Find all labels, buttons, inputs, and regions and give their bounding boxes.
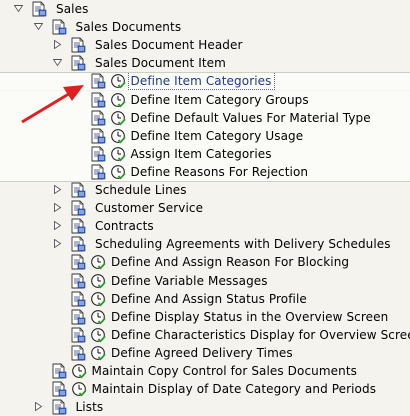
tree-node-label[interactable]: Define Agreed Delivery Times — [111, 345, 293, 361]
execute-clock-icon[interactable] — [110, 128, 126, 144]
document-icon — [71, 291, 86, 307]
tree-node-label[interactable]: Define Item Category Groups — [131, 92, 309, 108]
tree-node-label[interactable]: Define And Assign Status Profile — [111, 291, 307, 307]
tree-node-label[interactable]: Customer Service — [95, 200, 203, 216]
tree-node[interactable]: Define Item Category Usage — [0, 126, 410, 145]
execute-clock-icon[interactable] — [90, 254, 106, 270]
document-icon — [91, 146, 105, 162]
tree-node-label[interactable]: Define Item Categories — [127, 72, 275, 91]
expand-triangle-icon[interactable] — [33, 22, 43, 31]
execute-clock-icon[interactable] — [71, 381, 87, 397]
tree-node[interactable]: Define Agreed Delivery Times — [0, 344, 410, 362]
tree-node[interactable]: Define Item Category Groups — [0, 90, 410, 109]
execute-clock-icon[interactable] — [71, 363, 87, 379]
tree-node[interactable]: Define Variable Messages — [0, 272, 410, 290]
expand-triangle-icon[interactable] — [14, 4, 23, 13]
tree-node-label[interactable]: Assign Item Categories — [131, 146, 272, 162]
highlight-border — [0, 71, 410, 73]
collapse-triangle-icon[interactable] — [53, 185, 62, 194]
document-icon — [71, 37, 86, 53]
document-icon — [52, 363, 66, 379]
tree-node-label[interactable]: Define Default Values For Material Type — [131, 110, 371, 126]
tree-node[interactable]: Sales — [0, 0, 410, 18]
tree-node-label[interactable]: Scheduling Agreements with Delivery Sche… — [95, 236, 391, 252]
document-icon — [91, 128, 105, 144]
document-icon — [71, 309, 86, 325]
tree-node[interactable]: Define Characteristics Display for Overv… — [0, 326, 410, 344]
tree-node-label[interactable]: Sales — [56, 1, 88, 17]
document-icon — [71, 236, 86, 252]
tree-node[interactable]: Define And Assign Status Profile — [0, 290, 410, 308]
tree-node[interactable]: Customer Service — [0, 199, 410, 217]
tree-node[interactable]: Sales Documents — [0, 18, 410, 36]
highlight-border — [0, 180, 410, 182]
document-icon — [71, 218, 86, 234]
execute-clock-icon[interactable] — [110, 164, 126, 180]
execute-clock-icon[interactable] — [110, 73, 126, 89]
collapse-triangle-icon[interactable] — [53, 239, 62, 249]
tree-node-label[interactable]: Lists — [76, 399, 104, 415]
document-icon — [91, 110, 105, 126]
document-icon — [91, 164, 105, 180]
document-icon — [91, 92, 105, 107]
document-icon — [52, 381, 66, 397]
collapse-triangle-icon[interactable] — [34, 402, 43, 412]
tree-node[interactable]: Contracts — [0, 217, 410, 235]
execute-clock-icon[interactable] — [110, 92, 126, 108]
execute-clock-icon[interactable] — [90, 345, 106, 361]
tree-node[interactable]: Define Default Values For Material Type — [0, 108, 410, 127]
document-icon — [71, 200, 86, 216]
tree-node-label[interactable]: Sales Document Item — [95, 55, 226, 71]
execute-clock-icon[interactable] — [90, 327, 106, 343]
tree-node-label[interactable]: Maintain Display of Date Category and Pe… — [92, 381, 377, 397]
tree-node[interactable]: Maintain Copy Control for Sales Document… — [0, 362, 410, 380]
tree-node-label[interactable]: Define And Assign Reason For Blocking — [111, 254, 349, 270]
tree-node[interactable]: Maintain Display of Date Category and Pe… — [0, 380, 410, 398]
document-icon — [52, 399, 66, 415]
tree-node[interactable]: Define Item Categories — [0, 72, 410, 91]
tree-node-label[interactable]: Maintain Copy Control for Sales Document… — [92, 363, 358, 379]
tree-node[interactable]: Schedule Lines — [0, 181, 410, 199]
tree-node-label[interactable]: Sales Documents — [76, 19, 182, 35]
expand-triangle-icon[interactable] — [53, 58, 62, 67]
execute-clock-icon[interactable] — [110, 146, 126, 162]
tree-node-label[interactable]: Define Variable Messages — [111, 273, 268, 289]
tree-node-label[interactable]: Sales Document Header — [95, 37, 243, 53]
execute-clock-icon[interactable] — [110, 110, 126, 126]
tree-node[interactable]: Define Reasons For Rejection — [0, 162, 410, 181]
document-icon — [71, 273, 86, 288]
execute-clock-icon[interactable] — [90, 273, 106, 289]
document-icon — [71, 254, 86, 270]
tree-node[interactable]: Define And Assign Reason For Blocking — [0, 253, 410, 271]
tree-node[interactable]: Lists — [0, 398, 410, 416]
document-icon — [71, 182, 86, 198]
tree-node-label[interactable]: Define Reasons For Rejection — [131, 164, 309, 180]
tree-node[interactable]: Define Display Status in the Overview Sc… — [0, 308, 410, 326]
tree-node[interactable]: Assign Item Categories — [0, 144, 410, 163]
tree-node-label[interactable]: Define Display Status in the Overview Sc… — [111, 309, 388, 325]
document-icon — [71, 55, 86, 71]
document-icon — [71, 327, 86, 343]
execute-clock-icon[interactable] — [90, 291, 106, 307]
document-icon — [52, 19, 66, 35]
tree-node-label[interactable]: Schedule Lines — [95, 182, 187, 198]
tree-node[interactable]: Sales Document Item — [0, 54, 410, 72]
execute-clock-icon[interactable] — [90, 309, 106, 325]
collapse-triangle-icon[interactable] — [53, 40, 62, 50]
tree-node[interactable]: Sales Document Header — [0, 36, 410, 54]
tree-node-label[interactable]: Define Item Category Usage — [131, 128, 304, 144]
tree-node[interactable]: Scheduling Agreements with Delivery Sche… — [0, 235, 410, 253]
tree-node-label[interactable]: Define Characteristics Display for Overv… — [111, 327, 410, 343]
collapse-triangle-icon[interactable] — [53, 203, 62, 213]
collapse-triangle-icon[interactable] — [53, 221, 62, 231]
document-icon — [32, 1, 47, 17]
document-icon — [71, 345, 86, 361]
tree-node-label[interactable]: Contracts — [95, 218, 154, 234]
customizing-tree: Sales Sales Documents Sales Document Heade… — [0, 0, 410, 416]
document-icon — [91, 73, 105, 89]
